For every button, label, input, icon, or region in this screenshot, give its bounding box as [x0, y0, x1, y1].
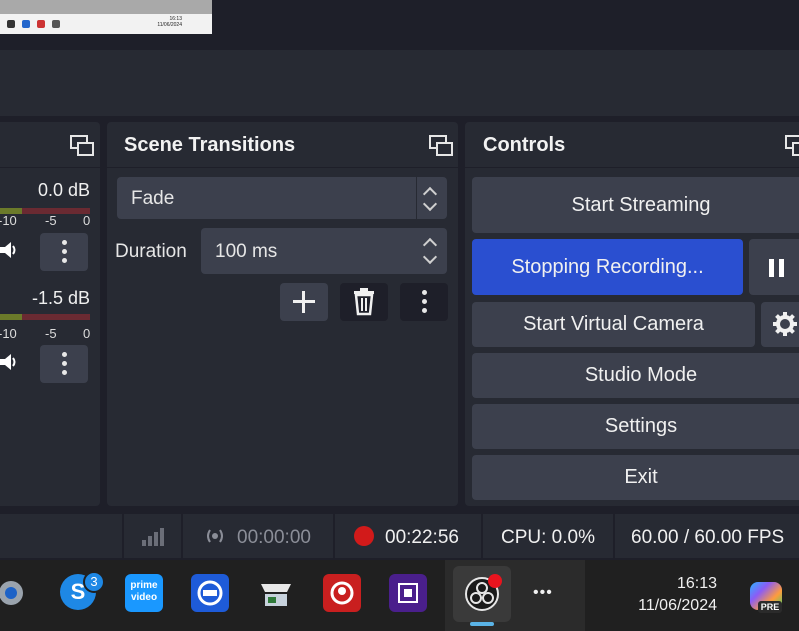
skype-badge: 3 [83, 571, 105, 593]
transition-type-value: Fade [131, 188, 175, 209]
active-indicator [470, 622, 494, 626]
scene-transitions-panel: Scene Transitions Fade Duration 100 ms [107, 122, 458, 506]
stream-time: 00:00:00 [237, 527, 311, 548]
trash-icon [354, 288, 374, 316]
record-icon [354, 526, 374, 546]
thumbnail-icon [22, 20, 30, 28]
gear-icon [773, 312, 797, 336]
thumbnail-icon [7, 20, 15, 28]
clock-time: 16:13 [676, 575, 717, 592]
duration-label: Duration [115, 241, 187, 262]
panel-title: Controls [483, 134, 566, 156]
add-transition-button[interactable] [280, 283, 328, 321]
button-label: Studio Mode [584, 364, 698, 386]
status-bar: 00:00:00 00:22:56 CPU: 0.0% 60.00 / 60.0… [0, 514, 799, 558]
audio-mixer-panel: 0.0 dB -10 -5 0 -1.5 dB -10 -5 0 [0, 122, 100, 506]
undock-icon[interactable] [785, 135, 799, 156]
thumbnail-content [0, 0, 212, 14]
duration-spinbox[interactable]: 100 ms [201, 228, 447, 274]
undock-icon[interactable] [429, 135, 453, 156]
system-clock[interactable]: 16:13 11/06/2024 [638, 573, 717, 617]
remove-transition-button[interactable] [340, 283, 388, 321]
preview-area [0, 50, 799, 116]
button-label: Exit [624, 466, 658, 488]
chevron-down-icon [422, 196, 438, 212]
taskbar: S 3 prime video ••• 16:13 11/06/2024 PRE [0, 560, 799, 631]
stopping-recording-button[interactable]: Stopping Recording... [472, 239, 743, 295]
scanner-app-icon[interactable] [257, 574, 295, 612]
panel-divider [0, 167, 100, 168]
tick-label: -5 [45, 326, 57, 341]
duration-value: 100 ms [215, 241, 278, 262]
transition-properties-button[interactable] [400, 283, 448, 321]
window-thumbnail[interactable]: 16:13 11/06/2024 [0, 0, 212, 34]
prime-video-label: prime [130, 580, 158, 591]
record-app-icon[interactable] [323, 574, 361, 612]
tick-label: 0 [83, 326, 91, 341]
pause-recording-button[interactable] [749, 239, 799, 295]
volume-meter [0, 314, 90, 320]
thumbnail-clock: 16:13 11/06/2024 [157, 16, 182, 28]
record-time: 00:22:56 [385, 527, 459, 548]
tick-label: -10 [0, 213, 17, 228]
prime-video-label: video [130, 592, 158, 603]
settings-button[interactable]: Settings [472, 404, 799, 449]
undock-icon[interactable] [70, 135, 94, 156]
start-streaming-button[interactable]: Start Streaming [472, 177, 799, 233]
thumbnail-icon [52, 20, 60, 28]
settings-app-icon[interactable] [0, 574, 30, 612]
tick-label: -5 [45, 213, 57, 228]
button-label: Start Streaming [571, 193, 711, 216]
transition-type-select[interactable]: Fade [117, 177, 447, 219]
track-volume-db: -1.5 dB [31, 288, 90, 308]
chevron-down-icon[interactable] [422, 249, 438, 265]
controls-panel: Controls Start Streaming Stopping Record… [465, 122, 799, 506]
panel-title: Scene Transitions [124, 134, 296, 156]
tick-label: 0 [83, 213, 91, 228]
more-icon[interactable]: ••• [533, 584, 553, 602]
speaker-icon[interactable] [0, 239, 18, 261]
speaker-icon[interactable] [0, 351, 18, 373]
prime-video-icon[interactable]: prime video [125, 574, 163, 612]
button-label: Stopping Recording... [511, 255, 704, 278]
clock-date: 11/06/2024 [638, 597, 717, 614]
broadcast-icon [207, 529, 223, 543]
panel-divider [107, 167, 458, 168]
virtual-camera-settings-button[interactable] [761, 302, 799, 347]
obs-icon [465, 574, 502, 611]
cpu-app-icon[interactable] [389, 574, 427, 612]
studio-mode-button[interactable]: Studio Mode [472, 353, 799, 398]
thumbnail-date: 11/06/2024 [157, 22, 182, 28]
exit-button[interactable]: Exit [472, 455, 799, 500]
thumbnail-icon [37, 20, 45, 28]
copilot-badge: PRE [758, 601, 782, 613]
track-menu-button[interactable] [40, 345, 88, 383]
obs-taskbar-button[interactable] [453, 566, 511, 622]
start-virtual-camera-button[interactable]: Start Virtual Camera [472, 302, 755, 347]
button-label: Start Virtual Camera [523, 313, 704, 335]
panel-divider [465, 167, 799, 168]
track-menu-button[interactable] [40, 233, 88, 271]
cpu-usage: CPU: 0.0% [501, 527, 595, 548]
fps-readout: 60.00 / 60.00 FPS [631, 527, 785, 548]
tick-label: -10 [0, 326, 17, 341]
button-label: Settings [604, 415, 678, 437]
sync-app-icon[interactable] [191, 574, 229, 612]
track-volume-db: 0.0 dB [37, 180, 90, 200]
